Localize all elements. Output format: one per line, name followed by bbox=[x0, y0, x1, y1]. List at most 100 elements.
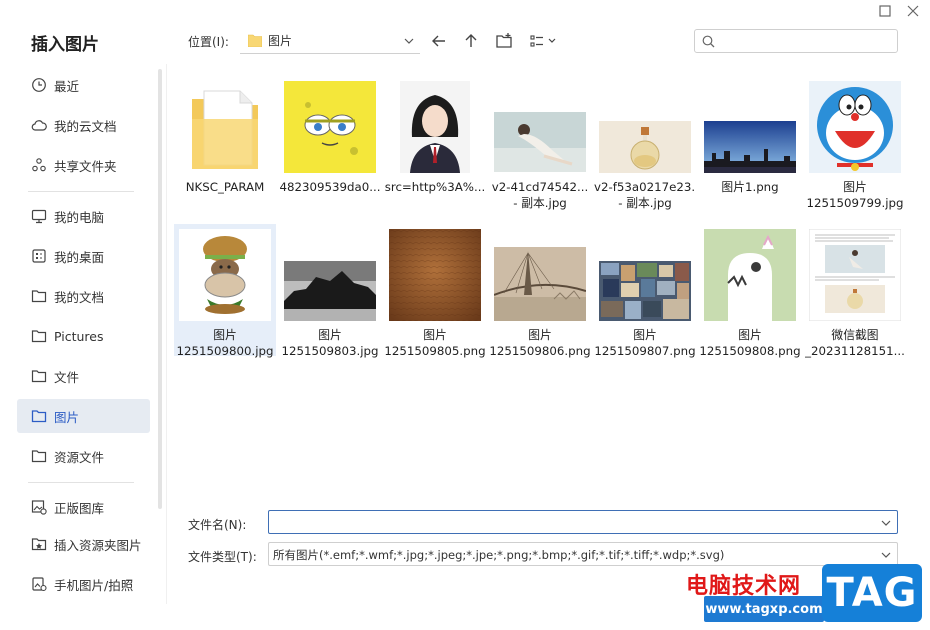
file-name-line: 图片 bbox=[318, 328, 342, 342]
file-name-line: 微信截图 bbox=[831, 328, 879, 342]
sidebar-item-label: 我的桌面 bbox=[54, 249, 105, 265]
sidebar: 最近我的云文档共享文件夹我的电脑我的桌面我的文档 Pictures 文件图片资源文件… bbox=[0, 64, 166, 630]
monitor-icon bbox=[31, 209, 47, 224]
sidebar-item-6[interactable]: Pictures bbox=[17, 319, 150, 353]
file-name: 图片 1251509800.jpg bbox=[174, 327, 276, 359]
desktop-icon bbox=[32, 249, 46, 263]
new-folder-icon[interactable] bbox=[495, 32, 513, 50]
file-name-line: _20231128151... bbox=[805, 344, 905, 358]
sidebar-scrollbar[interactable] bbox=[158, 69, 162, 509]
folder-icon bbox=[31, 330, 47, 343]
location-label: 位置(I): bbox=[188, 35, 229, 49]
sidebar-item-label: 图片 bbox=[54, 409, 80, 425]
file-name-line: - 副本.jpg bbox=[618, 196, 672, 210]
sidebar-item-label: 我的电脑 bbox=[54, 209, 105, 225]
sidebar-separator bbox=[28, 482, 134, 483]
folder-icon bbox=[31, 370, 47, 383]
sidebar-item-7[interactable]: 文件 bbox=[17, 359, 150, 393]
file-item[interactable]: v2-f53a0217e23... - 副本.jpg bbox=[594, 76, 696, 210]
folder-icon bbox=[31, 410, 47, 423]
search-input[interactable] bbox=[721, 32, 891, 50]
image-thumbnail bbox=[494, 112, 586, 172]
file-item[interactable]: 图片1.png bbox=[699, 76, 801, 208]
sidebar-item-3[interactable]: 我的电脑 bbox=[17, 199, 150, 233]
filetype-select[interactable]: 所有图片(*.emf;*.wmf;*.jpg;*.jpeg;*.jpe;*.pn… bbox=[268, 542, 898, 566]
sidebar-item-label: 我的文档 bbox=[54, 289, 105, 305]
sidebar-item-label: 共享文件夹 bbox=[54, 158, 117, 174]
watermark-url: www.tagxp.com bbox=[704, 596, 824, 622]
file-item[interactable]: 482309539da0... bbox=[279, 76, 381, 208]
sidebar-item-12[interactable]: 手机图片/拍照 bbox=[17, 567, 150, 601]
file-name-line: 1251509799.jpg bbox=[806, 196, 904, 210]
image-thumbnail bbox=[400, 81, 470, 173]
sidebar-item-label: 资源文件 bbox=[54, 449, 105, 465]
watermark-tag-logo: TAG bbox=[822, 564, 922, 622]
sidebar-separator bbox=[28, 191, 134, 192]
close-icon[interactable] bbox=[906, 4, 920, 18]
file-item[interactable]: 图片 1251509800.jpg bbox=[174, 224, 276, 359]
file-name-line: v2-41cd74542... bbox=[491, 180, 589, 194]
file-item[interactable]: 图片 1251509807.png bbox=[594, 224, 696, 359]
folder-icon bbox=[31, 290, 47, 303]
share-icon bbox=[32, 158, 46, 172]
dialog-title: 插入图片 bbox=[31, 35, 99, 55]
search-icon bbox=[702, 35, 715, 48]
image-thumbnail bbox=[389, 229, 481, 321]
sidebar-item-9[interactable]: 资源文件 bbox=[17, 439, 150, 473]
sidebar-item-label: 最近 bbox=[54, 78, 80, 94]
file-name-line: 图片 bbox=[423, 328, 447, 342]
sidebar-item-5[interactable]: 我的文档 bbox=[17, 279, 150, 313]
sidebar-item-8[interactable]: 图片 bbox=[17, 399, 150, 433]
file-item[interactable]: 图片 1251509806.png bbox=[489, 224, 591, 359]
search-box[interactable] bbox=[694, 29, 898, 53]
sidebar-item-10[interactable]: 正版图库 bbox=[17, 490, 150, 524]
view-mode-icon[interactable] bbox=[529, 32, 559, 50]
filename-input[interactable] bbox=[273, 514, 863, 530]
file-name: NKSC_PARAM bbox=[174, 179, 276, 195]
image-thumbnail bbox=[809, 81, 901, 173]
star-folder-icon bbox=[31, 538, 47, 551]
image-thumbnail bbox=[179, 229, 271, 321]
back-arrow-icon[interactable] bbox=[430, 32, 448, 50]
file-name-line: 图片1.png bbox=[721, 180, 779, 194]
sidebar-item-1[interactable]: 我的云文档 bbox=[17, 108, 150, 142]
file-name-line: 1251509800.jpg bbox=[176, 344, 274, 358]
location-dropdown[interactable]: 图片 bbox=[240, 28, 420, 54]
file-item[interactable]: NKSC_PARAM bbox=[174, 76, 276, 208]
sidebar-item-11[interactable]: 插入资源夹图片 bbox=[17, 527, 150, 561]
chevron-down-icon[interactable] bbox=[881, 518, 891, 528]
file-name: 图片 1251509799.jpg bbox=[804, 179, 906, 211]
file-item[interactable]: src=http%3A%... bbox=[384, 76, 486, 208]
file-name: v2-41cd74542... - 副本.jpg bbox=[489, 179, 591, 211]
sidebar-item-label: 插入资源夹图片 bbox=[54, 537, 142, 553]
chevron-down-icon bbox=[881, 552, 891, 558]
file-name: 图片 1251509807.png bbox=[594, 327, 696, 359]
file-name: 图片 1251509806.png bbox=[489, 327, 591, 359]
file-item[interactable]: v2-41cd74542... - 副本.jpg bbox=[489, 76, 591, 211]
file-item[interactable]: 微信截图 _20231128151... bbox=[804, 224, 906, 358]
file-item[interactable]: 图片 1251509803.jpg bbox=[279, 224, 381, 358]
sidebar-item-0[interactable]: 最近 bbox=[17, 68, 150, 102]
file-name-line: 1251509807.png bbox=[594, 344, 696, 358]
file-name-line: 1251509808.png bbox=[699, 344, 801, 358]
sidebar-item-4[interactable]: 我的桌面 bbox=[17, 239, 150, 273]
file-item[interactable]: 图片 1251509799.jpg bbox=[804, 76, 906, 211]
file-name: src=http%3A%... bbox=[384, 179, 486, 195]
file-item[interactable]: 图片 1251509805.png bbox=[384, 224, 486, 358]
maximize-icon[interactable] bbox=[878, 4, 892, 18]
image-thumbnail bbox=[704, 229, 796, 321]
chevron-down-icon bbox=[404, 38, 414, 44]
file-name-line: 1251509806.png bbox=[489, 344, 591, 358]
sidebar-item-label: Pictures bbox=[54, 328, 104, 344]
sidebar-item-2[interactable]: 共享文件夹 bbox=[17, 148, 150, 182]
file-name-line: - 副本.jpg bbox=[513, 196, 567, 210]
image-thumbnail bbox=[284, 81, 376, 173]
phone-image-icon bbox=[32, 577, 47, 592]
filename-field[interactable] bbox=[268, 510, 898, 534]
image-thumbnail bbox=[704, 121, 796, 173]
up-arrow-icon[interactable] bbox=[462, 32, 480, 50]
file-name: 图片1.png bbox=[699, 179, 801, 195]
sidebar-item-label: 文件 bbox=[54, 369, 80, 385]
filename-label: 文件名(N): bbox=[188, 518, 247, 532]
file-item[interactable]: 图片 1251509808.png bbox=[699, 224, 801, 358]
